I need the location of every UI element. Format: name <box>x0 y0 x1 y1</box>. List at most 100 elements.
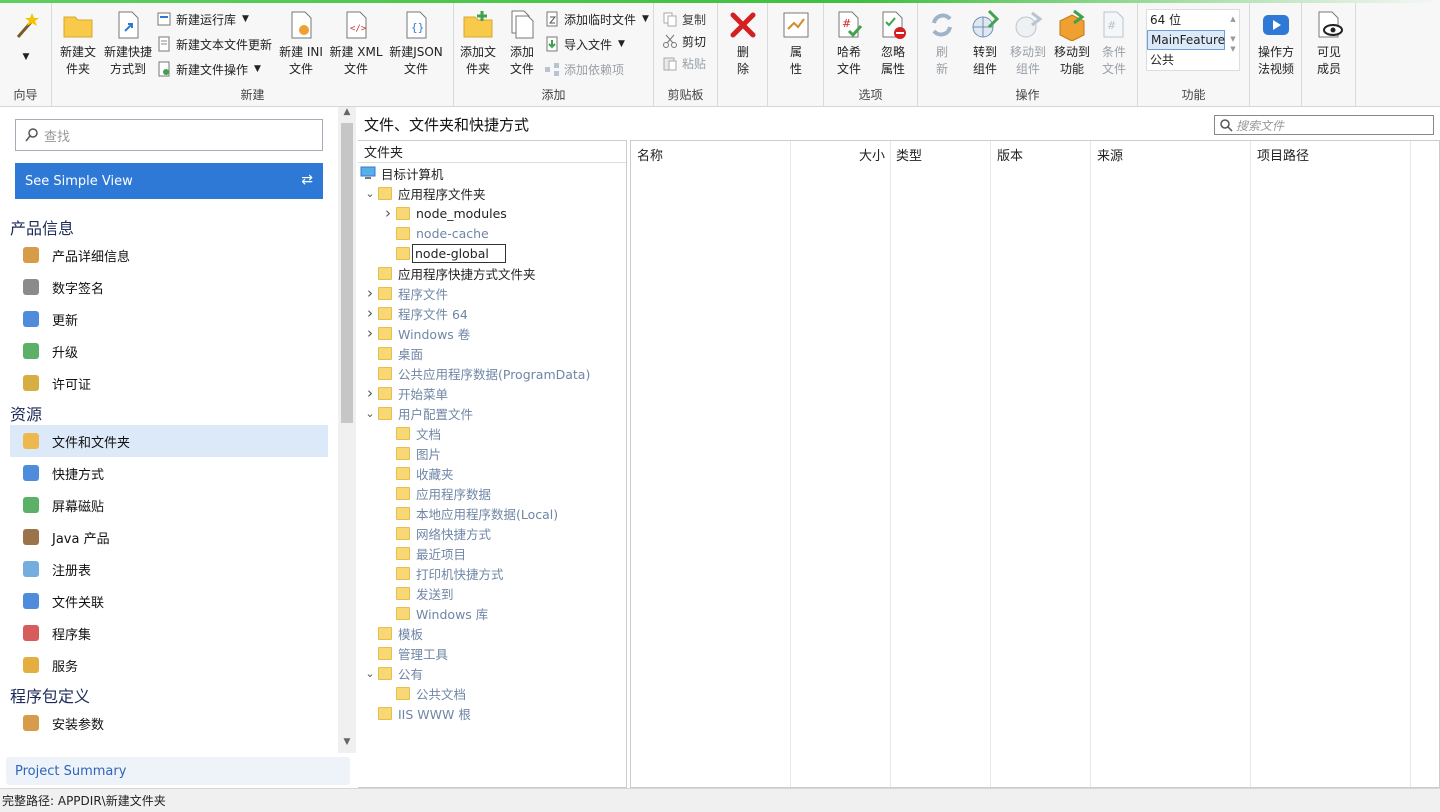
new-file-op-button[interactable]: 新建文件操作 ▼ <box>156 59 261 79</box>
tree-node[interactable]: › 开始菜单 <box>362 383 448 403</box>
sidebar-item[interactable]: 文件关联 <box>10 585 328 617</box>
tree-node[interactable]: 发送到 <box>380 583 454 603</box>
tree-node[interactable]: › node_modules <box>380 203 507 223</box>
wizard-button[interactable]: ▼ <box>6 7 46 66</box>
tree-node[interactable]: Windows 库 <box>380 603 488 623</box>
tree-node[interactable]: › Windows 卷 <box>362 323 470 343</box>
import-file-button[interactable]: 导入文件 ▼ <box>544 34 625 54</box>
tree-node[interactable]: 文档 <box>380 423 441 443</box>
sidebar-item[interactable]: 程序集 <box>10 617 328 649</box>
column-name[interactable]: 名称 <box>631 141 791 787</box>
sidebar-item[interactable]: 产品详细信息 <box>10 239 328 271</box>
properties-icon <box>780 9 812 41</box>
add-file-button[interactable]: 添加 文件 <box>502 7 542 78</box>
sidebar-item[interactable]: 升级 <box>10 335 328 367</box>
project-summary-button[interactable]: Project Summary <box>6 757 350 785</box>
chevron-down-icon[interactable]: ⌄ <box>362 667 378 680</box>
move-component-button[interactable]: 移动到 组件 <box>1006 7 1050 78</box>
chevron-right-icon[interactable]: › <box>362 384 378 402</box>
feature-item-mainfeature[interactable]: MainFeature <box>1147 30 1225 50</box>
feature-list[interactable]: 64 位 MainFeature 公共 ▲ ▼ ▼ <box>1146 9 1240 71</box>
tree-node[interactable]: ⌄ 公有 <box>362 663 423 683</box>
properties-button[interactable]: 属 性 <box>776 7 816 78</box>
chevron-right-icon[interactable]: › <box>362 324 378 342</box>
tree-node[interactable]: 最近项目 <box>380 543 466 563</box>
tree-node[interactable]: 公共应用程序数据(ProgramData) <box>362 363 590 383</box>
new-folder-button[interactable]: 新建文 件夹 <box>56 7 100 78</box>
condition-file-button[interactable]: # 条件 文件 <box>1094 7 1134 78</box>
feature-list-scroll-icon[interactable]: ▲ ▼ ▼ <box>1227 10 1239 70</box>
tree-node[interactable]: 图片 <box>380 443 441 463</box>
visible-members-button[interactable]: 可见 成员 <box>1308 7 1350 78</box>
new-runtime-button[interactable]: 新建运行库 ▼ <box>156 9 249 29</box>
sidebar-item[interactable]: 注册表 <box>10 553 328 585</box>
column-project-path[interactable]: 项目路径 <box>1251 141 1411 787</box>
feature-item-64bit[interactable]: 64 位 <box>1147 10 1239 30</box>
sidebar-item[interactable]: 安装参数 <box>10 707 328 739</box>
column-version[interactable]: 版本 <box>991 141 1091 787</box>
paste-button[interactable]: 粘贴 <box>662 53 706 73</box>
tree-node[interactable]: 应用程序数据 <box>380 483 491 503</box>
chevron-right-icon[interactable]: › <box>362 304 378 322</box>
sidebar-item[interactable]: 服务 <box>10 649 328 681</box>
simple-view-button[interactable]: See Simple View ⇄ <box>15 163 323 199</box>
tree-node[interactable]: › 程序文件 <box>362 283 448 303</box>
tree-node[interactable]: 收藏夹 <box>380 463 454 483</box>
refresh-button[interactable]: 刷 新 <box>922 7 962 78</box>
sidebar-item[interactable]: 数字签名 <box>10 271 328 303</box>
copy-button[interactable]: 复制 <box>662 9 706 29</box>
tree-node[interactable]: 管理工具 <box>362 643 448 663</box>
chevron-down-icon[interactable]: ⌄ <box>362 407 378 420</box>
column-type[interactable]: 类型 <box>891 141 991 787</box>
new-text-update-label: 新建文本文件更新 <box>176 37 273 52</box>
chevron-right-icon[interactable]: › <box>380 204 396 222</box>
sidebar-item[interactable]: 许可证 <box>10 367 328 399</box>
column-size[interactable]: 大小 <box>791 141 891 787</box>
tree-node[interactable]: ⌄ 应用程序文件夹 <box>362 183 486 203</box>
new-text-update-button[interactable]: 新建文本文件更新 <box>156 34 272 54</box>
tree-node[interactable]: › 程序文件 64 <box>362 303 468 323</box>
tree-node[interactable]: 本地应用程序数据(Local) <box>380 503 558 523</box>
tree-node[interactable]: 模板 <box>362 623 423 643</box>
tree-node[interactable]: 网络快捷方式 <box>380 523 491 543</box>
scroll-down-icon[interactable]: ▼ <box>338 737 356 753</box>
tree-node[interactable]: ⌄ 用户配置文件 <box>362 403 473 423</box>
scroll-up-icon[interactable]: ▲ <box>338 107 356 123</box>
move-feature-button[interactable]: 移动到 功能 <box>1050 7 1094 78</box>
goto-component-button[interactable]: 转到 组件 <box>964 7 1006 78</box>
rename-input[interactable]: node-global <box>412 243 506 263</box>
add-dependency-button[interactable]: 添加依赖项 <box>544 59 624 79</box>
tree-node[interactable]: node-global <box>380 243 506 263</box>
sidebar-item[interactable]: Java 产品 <box>10 521 328 553</box>
add-temp-file-button[interactable]: 添加临时文件 ▼ <box>544 9 649 29</box>
sidebar-item[interactable]: 文件和文件夹 <box>10 425 328 457</box>
delete-button[interactable]: 删 除 <box>723 7 763 78</box>
howto-video-button[interactable]: 操作方 法视频 <box>1252 7 1300 78</box>
sidebar-scrollbar[interactable]: ▲ ▼ <box>338 107 356 753</box>
tree-node[interactable]: node-cache <box>380 223 489 243</box>
tree-node[interactable]: 应用程序快捷方式文件夹 <box>362 263 536 283</box>
new-json-button[interactable]: {} 新建JSON 文件 <box>386 7 446 78</box>
tree-node[interactable]: 桌面 <box>362 343 423 363</box>
sidebar-item[interactable]: 快捷方式 <box>10 457 328 489</box>
new-xml-button[interactable]: </> 新建 XML 文件 <box>328 7 384 78</box>
tree-node[interactable]: 公共文档 <box>380 683 466 703</box>
column-source[interactable]: 来源 <box>1091 141 1251 787</box>
chevron-down-icon[interactable]: ⌄ <box>362 187 378 200</box>
scroll-thumb[interactable] <box>341 123 353 423</box>
new-shortcut-button[interactable]: 新建快捷 方式到 <box>102 7 154 78</box>
sidebar-search-input[interactable]: 查找 <box>15 119 323 151</box>
hash-file-button[interactable]: # 哈希 文件 <box>828 7 870 78</box>
ignore-attributes-button[interactable]: 忽略 属性 <box>872 7 914 78</box>
feature-item-public[interactable]: 公共 <box>1147 50 1239 70</box>
tree-node[interactable]: 打印机快捷方式 <box>380 563 504 583</box>
sidebar-item[interactable]: 屏幕磁贴 <box>10 489 328 521</box>
new-ini-button[interactable]: 新建 INI 文件 <box>276 7 326 78</box>
cut-button[interactable]: 剪切 <box>662 31 706 51</box>
tree-node[interactable]: IIS WWW 根 <box>362 703 471 723</box>
sidebar-item[interactable]: 更新 <box>10 303 328 335</box>
add-folder-button[interactable]: 添加文 件夹 <box>456 7 500 78</box>
tree-node[interactable]: 目标计算机 <box>360 163 444 183</box>
file-search-input[interactable]: 搜索文件 <box>1214 115 1434 135</box>
chevron-right-icon[interactable]: › <box>362 284 378 302</box>
